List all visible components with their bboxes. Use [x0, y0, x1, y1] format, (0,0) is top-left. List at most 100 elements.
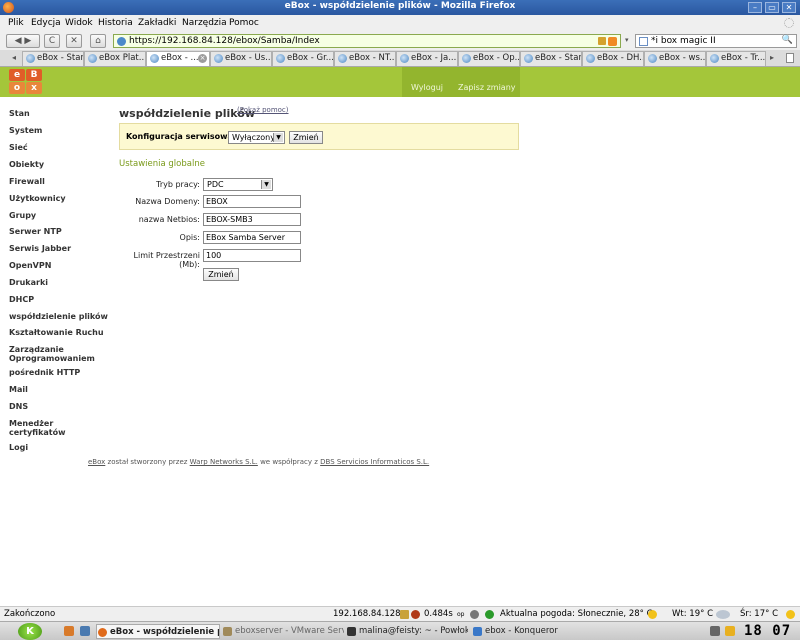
quota-input[interactable]: [203, 249, 301, 262]
ebox-logo[interactable]: e B o x: [9, 69, 42, 94]
sidebar-item-zarzadzanie-oprogramowaniem[interactable]: Zarządzanie Oprogramowaniem: [9, 345, 99, 363]
menu-widok[interactable]: Widok: [65, 18, 93, 28]
tab-ws[interactable]: eBox - ws...: [644, 51, 706, 66]
url-bar[interactable]: https://192.168.84.128/ebox/Samba/Index: [113, 34, 621, 48]
stop-button[interactable]: ✕: [66, 34, 82, 48]
tab-traffic[interactable]: eBox - Tr...: [706, 51, 766, 66]
tab-jabber[interactable]: eBox - Ja...: [396, 51, 458, 66]
chevron-down-icon: ▼: [273, 133, 283, 142]
menu-historia[interactable]: Historia: [98, 18, 133, 28]
mode-select[interactable]: PDC ▼: [203, 178, 273, 191]
service-change-button[interactable]: Zmień: [289, 131, 323, 144]
maximize-button[interactable]: ▭: [765, 2, 779, 13]
menu-pomoc[interactable]: Pomoc: [229, 18, 259, 28]
sidebar-item-logi[interactable]: Logi: [9, 443, 109, 452]
tab-scroll-left-icon[interactable]: ◂: [12, 53, 16, 62]
description-label: Opis:: [179, 233, 200, 242]
sidebar-item-mail[interactable]: Mail: [9, 385, 109, 394]
sidebar-item-firewall[interactable]: Firewall: [9, 177, 109, 186]
quicklaunch-icon[interactable]: [64, 626, 74, 636]
header-actions-area: [402, 67, 520, 97]
sidebar-item-stan[interactable]: Stan: [9, 109, 109, 118]
service-status-select[interactable]: Wyłączony ▼: [228, 131, 285, 144]
sidebar-item-siec[interactable]: Sieć: [9, 143, 109, 152]
show-help-link[interactable]: (Pokaż pomoc): [237, 106, 289, 114]
menu-edycja[interactable]: Edycja: [31, 18, 61, 28]
domain-input[interactable]: [203, 195, 301, 208]
all-tabs-icon[interactable]: [786, 53, 794, 63]
sidebar-item-dhcp[interactable]: DHCP: [9, 295, 109, 304]
task-konqueror[interactable]: ebox - Konqueror: [472, 624, 588, 639]
status-gray-icon[interactable]: [470, 610, 479, 619]
search-icon[interactable]: 🔍: [782, 35, 793, 45]
home-button[interactable]: ⌂: [90, 34, 106, 48]
ebox-favicon-icon: [276, 54, 285, 63]
task-firefox[interactable]: eBox - współdzielenie pli: [96, 624, 220, 639]
save-changes-link[interactable]: Zapisz zmiany: [458, 83, 516, 92]
tab-dhcp[interactable]: eBox - DH...: [582, 51, 644, 66]
footer-dbs-link[interactable]: DBS Servicios Informaticos S.L.: [320, 458, 429, 466]
quicklaunch-icon[interactable]: [80, 626, 90, 636]
description-input[interactable]: [203, 231, 301, 244]
speaker-icon[interactable]: [710, 626, 720, 636]
tab-ntp[interactable]: eBox - NT...: [334, 51, 396, 66]
settings-change-button[interactable]: Zmień: [203, 268, 239, 281]
sidebar-item-posrednik-http[interactable]: pośrednik HTTP: [9, 368, 109, 377]
sidebar-item-dns[interactable]: DNS: [9, 402, 109, 411]
task-terminal[interactable]: malina@feisty: ~ - Powłoka: [346, 624, 468, 639]
sidebar-item-wspoldzielenie-plikow[interactable]: współdzielenie plików: [9, 312, 109, 321]
sidebar-item-ksztaltowanie-ruchu[interactable]: Kształtowanie Ruchu: [9, 328, 109, 337]
footer-warp-link[interactable]: Warp Networks S.L.: [190, 458, 258, 466]
sidebar-item-obiekty[interactable]: Obiekty: [9, 160, 109, 169]
search-input[interactable]: [651, 35, 781, 47]
sidebar-item-menedzer-certyfikatow[interactable]: Menedżer certyfikatów: [9, 419, 79, 437]
clock[interactable]: 18 07: [744, 623, 791, 639]
search-engine-icon[interactable]: [639, 37, 648, 46]
sidebar-item-serwis-jabber[interactable]: Serwis Jabber: [9, 244, 109, 253]
minimize-button[interactable]: –: [748, 2, 762, 13]
menu-narzedzia[interactable]: Narzędzia: [182, 18, 227, 28]
tab-scroll-right-icon[interactable]: ▸: [770, 53, 774, 62]
tab-platform[interactable]: eBox Plat...: [84, 51, 146, 66]
status-op: op: [457, 611, 465, 618]
firebug-icon[interactable]: [411, 610, 420, 619]
sidebar-item-system[interactable]: System: [9, 126, 109, 135]
reload-button[interactable]: C: [44, 34, 60, 48]
menu-plik[interactable]: Plik: [8, 18, 24, 28]
tab-samba-active[interactable]: eBox - ... ×: [146, 51, 210, 66]
tab-stan-2[interactable]: eBox - Stan: [520, 51, 582, 66]
firefox-icon: [98, 628, 107, 637]
close-button[interactable]: ✕: [782, 2, 796, 13]
url-dropdown-icon[interactable]: ▾: [625, 36, 629, 44]
sidebar-item-grupy[interactable]: Grupy: [9, 211, 109, 220]
feed-icon[interactable]: [608, 37, 617, 46]
k-menu-icon[interactable]: K: [18, 623, 42, 640]
padlock-icon[interactable]: [400, 610, 409, 619]
sidebar-item-openvpn[interactable]: OpenVPN: [9, 261, 109, 270]
chevron-down-icon: ▼: [261, 180, 271, 189]
cloud-icon: [716, 610, 730, 619]
site-identity-icon[interactable]: [117, 37, 126, 46]
status-ok-icon[interactable]: [485, 610, 494, 619]
sidebar-item-serwer-ntp[interactable]: Serwer NTP: [9, 227, 109, 236]
klipper-icon[interactable]: [725, 626, 735, 636]
netbios-label: nazwa Netbios:: [138, 215, 200, 224]
tab-stan[interactable]: eBox - Stan: [22, 51, 84, 66]
ebox-favicon-icon: [150, 54, 159, 63]
menu-zakladki[interactable]: Zakładki: [138, 18, 176, 28]
tab-groups[interactable]: eBox - Gr...: [272, 51, 334, 66]
logout-link[interactable]: Wyloguj: [411, 83, 443, 92]
search-box[interactable]: 🔍: [635, 34, 797, 48]
sidebar-item-drukarki[interactable]: Drukarki: [9, 278, 109, 287]
back-forward-button[interactable]: ◀ ▶: [6, 34, 40, 48]
netbios-input[interactable]: [203, 213, 301, 226]
sidebar-item-uzytkownicy[interactable]: Użytkownicy: [9, 194, 109, 203]
window-titlebar[interactable]: eBox - współdzielenie plików - Mozilla F…: [0, 0, 800, 15]
footer-ebox-link[interactable]: eBox: [88, 458, 105, 466]
task-vmware[interactable]: eboxserver - VMware Server: [222, 624, 344, 639]
tab-users[interactable]: eBox - Us...: [210, 51, 272, 66]
status-load-time: 0.484s: [424, 609, 453, 619]
tab-openvpn[interactable]: eBox - Op...: [458, 51, 520, 66]
padlock-icon[interactable]: [598, 37, 606, 45]
tab-close-icon[interactable]: ×: [198, 54, 207, 63]
